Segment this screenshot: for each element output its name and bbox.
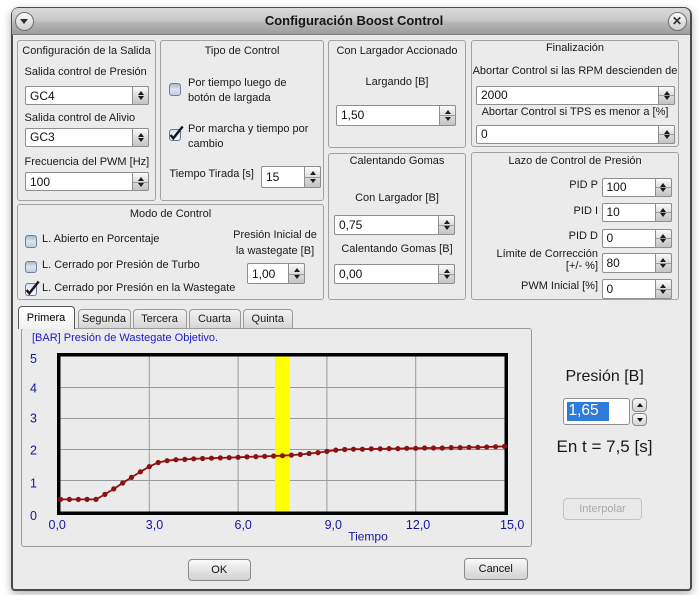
svg-text:2: 2 xyxy=(30,443,37,457)
svg-text:4: 4 xyxy=(30,381,37,395)
svg-text:15,0: 15,0 xyxy=(500,518,524,532)
svg-text:6,0: 6,0 xyxy=(235,518,252,532)
svg-text:0,0: 0,0 xyxy=(49,518,66,532)
svg-text:3,0: 3,0 xyxy=(146,518,163,532)
svg-text:Tiempo: Tiempo xyxy=(348,530,388,544)
svg-text:3: 3 xyxy=(30,411,37,425)
svg-text:5: 5 xyxy=(30,352,37,366)
svg-text:9,0: 9,0 xyxy=(325,518,342,532)
svg-text:0: 0 xyxy=(30,509,37,523)
svg-text:1: 1 xyxy=(30,477,37,491)
svg-text:12,0: 12,0 xyxy=(406,518,430,532)
